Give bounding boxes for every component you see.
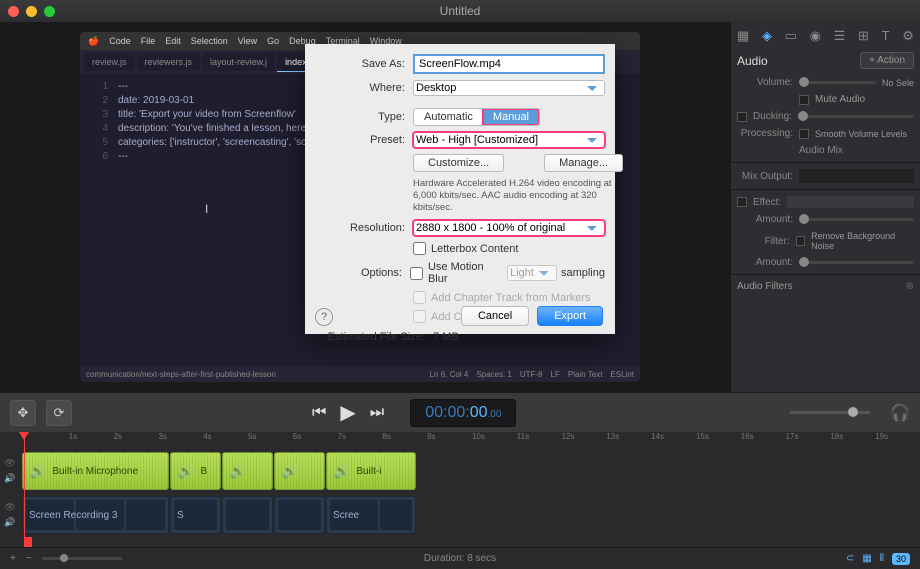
audio-track[interactable]: 👁🔊 🔊Built-in Microphone🔊B🔊🔊🔊Built-i: [0, 450, 920, 492]
annotations-tab-icon[interactable]: ⊞: [858, 28, 869, 44]
captions-checkbox: [413, 310, 426, 323]
prev-button[interactable]: ⏮: [312, 404, 326, 422]
media-icon[interactable]: ▦: [862, 553, 871, 564]
chapter-checkbox: [413, 291, 426, 304]
timeline-toolbar: ✥ ⟳ ⏮ ▶ ⏭ 00:00:00.00 🎧: [0, 392, 920, 432]
timecode-display[interactable]: 00:00:00.00: [410, 399, 516, 427]
where-select[interactable]: Desktop: [413, 80, 605, 96]
audio-clip[interactable]: 🔊: [222, 452, 273, 490]
video-tab-icon[interactable]: ▦: [737, 28, 749, 44]
video-clip[interactable]: Scree: [326, 496, 416, 534]
snap-icon[interactable]: ⊂: [846, 553, 854, 564]
motion-blur-checkbox[interactable]: [410, 267, 423, 280]
track-mute-icon[interactable]: 🔊: [4, 517, 22, 528]
remove-track-button[interactable]: −: [26, 553, 32, 564]
audio-clip[interactable]: 🔊B: [170, 452, 221, 490]
window-title: Untitled: [440, 4, 481, 18]
panel-title: Audio: [737, 54, 768, 68]
timeline-ruler[interactable]: 1s2s3s4s5s6s7s8s9s10s11s12s13s14s15s16s1…: [0, 432, 920, 448]
timeline[interactable]: 1s2s3s4s5s6s7s8s9s10s11s12s13s14s15s16s1…: [0, 432, 920, 547]
video-clip[interactable]: Screen Recording 3: [22, 496, 169, 534]
waveform-icon[interactable]: ⫴: [880, 553, 884, 564]
resolution-label: Resolution:: [315, 222, 405, 234]
video-clip[interactable]: [274, 496, 325, 534]
sampling-select: Light: [507, 265, 557, 281]
audio-clip[interactable]: 🔊Built-in Microphone: [22, 452, 169, 490]
audio-clip[interactable]: 🔊Built-i: [326, 452, 416, 490]
effect-amount-slider[interactable]: [799, 218, 914, 221]
effect-checkbox[interactable]: [737, 197, 747, 207]
bottom-bar: + − Duration: 8 secs ⊂ ▦ ⫴ 30: [0, 547, 920, 569]
track-mute-icon[interactable]: 🔊: [4, 473, 22, 484]
preset-select[interactable]: Web - High [Customized]: [413, 132, 605, 148]
video-clip[interactable]: [222, 496, 273, 534]
help-button[interactable]: ?: [315, 308, 333, 326]
play-button[interactable]: ▶: [340, 400, 355, 425]
add-action-button[interactable]: + Action: [860, 52, 914, 69]
minimize-window-icon[interactable]: [26, 6, 37, 17]
save-as-input[interactable]: [413, 54, 605, 74]
export-button[interactable]: Export: [537, 306, 603, 326]
settings-tab-icon[interactable]: ⚙: [902, 28, 914, 44]
type-manual-button[interactable]: Manual: [483, 109, 539, 125]
video-clip[interactable]: S: [170, 496, 221, 534]
type-label: Type:: [315, 111, 405, 123]
canvas-area[interactable]: 🍎 CodeFileEditSelectionViewGoDebugTermin…: [0, 22, 730, 392]
save-as-label: Save As:: [315, 58, 405, 70]
timeline-zoom-slider[interactable]: [42, 557, 122, 560]
track-visibility-icon[interactable]: 👁: [4, 502, 22, 513]
fps-badge[interactable]: 30: [892, 553, 910, 565]
window-titlebar: Untitled: [0, 0, 920, 22]
close-window-icon[interactable]: [8, 6, 19, 17]
cancel-button[interactable]: Cancel: [461, 306, 529, 326]
ducking-checkbox[interactable]: [737, 112, 747, 122]
next-button[interactable]: ⏭: [370, 404, 384, 422]
inspector-panel: ▦ ◈ ▭ ◉ ☰ ⊞ T ⚙ Audio + Action Volume:No…: [730, 22, 920, 392]
headphones-icon[interactable]: 🎧: [890, 403, 910, 423]
volume-slider[interactable]: [799, 81, 876, 84]
track-visibility-icon[interactable]: 👁: [4, 458, 22, 469]
callout-tab-icon[interactable]: ◉: [810, 28, 821, 44]
export-sheet: Save As: Where: Desktop Type: Automatic …: [305, 44, 615, 334]
filesize-value: 7 MB: [433, 331, 459, 343]
type-automatic-button[interactable]: Automatic: [414, 109, 483, 125]
touch-tab-icon[interactable]: ☰: [834, 28, 846, 44]
audio-tab-icon[interactable]: ◈: [762, 28, 772, 44]
where-label: Where:: [315, 82, 405, 94]
crop-tool-button[interactable]: ⟳: [46, 400, 72, 426]
playhead[interactable]: [24, 432, 25, 547]
options-label: Options:: [315, 267, 402, 279]
remove-bg-checkbox[interactable]: [796, 236, 806, 246]
audio-clip[interactable]: 🔊: [274, 452, 325, 490]
filter-amount-slider[interactable]: [799, 261, 914, 264]
scrub-handle[interactable]: [24, 537, 32, 547]
mute-checkbox[interactable]: [799, 95, 809, 105]
smooth-checkbox[interactable]: [799, 129, 809, 139]
encoding-description: Hardware Accelerated H.264 video encodin…: [413, 178, 615, 214]
preset-label: Preset:: [315, 134, 405, 146]
resolution-select[interactable]: 2880 x 1800 - 100% of original: [413, 220, 605, 236]
manage-button[interactable]: Manage...: [544, 154, 623, 172]
video-track[interactable]: 👁 🔊 Screen Recording 3S Scree: [0, 494, 920, 536]
effect-select[interactable]: [787, 196, 914, 208]
screen-tab-icon[interactable]: ▭: [785, 28, 797, 44]
text-tab-icon[interactable]: T: [882, 28, 890, 44]
filesize-label: Estimated File Size:: [315, 331, 425, 343]
preview-zoom-slider[interactable]: [790, 411, 870, 414]
letterbox-checkbox[interactable]: [413, 242, 426, 255]
ducking-slider[interactable]: [798, 115, 914, 118]
add-track-button[interactable]: +: [10, 553, 16, 564]
mix-output-select[interactable]: [799, 169, 914, 183]
text-cursor-icon: I: [205, 202, 208, 216]
pointer-tool-button[interactable]: ✥: [10, 400, 36, 426]
add-filter-icon[interactable]: ⊕: [906, 281, 914, 292]
duration-label: Duration: 8 secs: [424, 553, 496, 564]
customize-button[interactable]: Customize...: [413, 154, 504, 172]
zoom-window-icon[interactable]: [44, 6, 55, 17]
